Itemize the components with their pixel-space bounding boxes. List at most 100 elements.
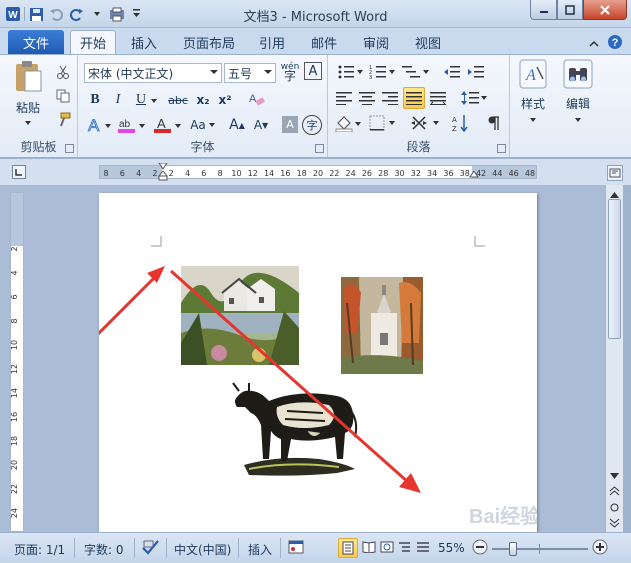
church-clipart[interactable]: [341, 277, 423, 374]
numbering-button[interactable]: 123: [368, 63, 396, 81]
scroll-thumb[interactable]: [608, 199, 621, 339]
line-spacing-button[interactable]: [460, 88, 488, 108]
decrease-indent-button[interactable]: [442, 63, 462, 81]
chevron-down-icon: [25, 121, 31, 125]
clipboard-launcher[interactable]: [65, 144, 74, 153]
show-marks-button[interactable]: [484, 113, 504, 133]
font-size-select[interactable]: 五号: [224, 63, 276, 83]
align-center-button[interactable]: [357, 88, 377, 108]
enclose-characters-button[interactable]: 字: [302, 115, 322, 135]
sort-icon: AZ: [452, 115, 468, 132]
previous-page-button[interactable]: [609, 485, 620, 499]
align-left-button[interactable]: [334, 88, 354, 108]
vertical-scrollbar[interactable]: [605, 185, 623, 532]
svg-text:3: 3: [369, 75, 372, 79]
tab-page-layout[interactable]: 页面布局: [176, 30, 242, 54]
distributed-button[interactable]: [428, 88, 448, 108]
font-launcher[interactable]: [315, 144, 324, 153]
minimize-ribbon-icon[interactable]: [589, 37, 599, 51]
phonetic-guide-button[interactable]: wén 字: [280, 61, 300, 83]
line-spacing-icon: [461, 91, 487, 105]
maximize-button[interactable]: [557, 0, 583, 20]
font-group-label: 字体: [190, 140, 215, 154]
font-group: 宋体 (中文正文) 五号 wén 字 A B I U abc x₂ x² A A …: [78, 55, 328, 157]
underline-dropdown[interactable]: [150, 97, 158, 105]
print-layout-view-button[interactable]: [338, 538, 358, 558]
tab-review[interactable]: 审阅: [356, 30, 396, 54]
borders-button[interactable]: [368, 113, 396, 133]
tab-view[interactable]: 视图: [408, 30, 448, 54]
paste-button[interactable]: 粘贴: [8, 59, 48, 129]
scroll-down-button[interactable]: [609, 469, 620, 483]
clear-formatting-button[interactable]: A: [246, 89, 266, 109]
ruler-tick-label: 24: [346, 169, 356, 178]
proofing-icon[interactable]: [142, 539, 160, 558]
tab-file[interactable]: 文件: [8, 30, 64, 54]
highlight-color-button[interactable]: ab: [116, 115, 146, 135]
vertical-ruler[interactable]: 4224681012141618202224: [10, 192, 24, 532]
increase-indent-button[interactable]: [466, 63, 486, 81]
font-name-select[interactable]: 宋体 (中文正文): [84, 63, 222, 83]
underline-button[interactable]: U: [132, 91, 150, 109]
superscript-button[interactable]: x²: [216, 91, 234, 109]
styles-button[interactable]: A 样式: [516, 59, 550, 135]
web-layout-view-button[interactable]: [380, 541, 394, 556]
macro-record-icon[interactable]: [288, 539, 304, 558]
tab-home[interactable]: 开始: [70, 30, 116, 54]
italic-button[interactable]: I: [109, 91, 127, 109]
zoom-slider-thumb[interactable]: [509, 542, 517, 556]
help-icon[interactable]: ?: [607, 34, 623, 53]
document-page[interactable]: Bai经验: [77, 193, 540, 538]
text-effects-button[interactable]: A: [84, 115, 112, 135]
grow-font-button[interactable]: A ▲: [226, 115, 248, 135]
paste-icon: [16, 61, 42, 92]
strikethrough-button[interactable]: abc: [166, 91, 190, 109]
next-page-button[interactable]: [609, 517, 620, 531]
change-case-button[interactable]: Aa: [186, 115, 220, 135]
tab-references[interactable]: 引用: [252, 30, 292, 54]
format-painter-button[interactable]: [54, 111, 72, 129]
ruler-tick-label: 2: [169, 169, 174, 178]
insert-mode-indicator[interactable]: 插入: [248, 541, 272, 558]
zoom-in-button[interactable]: [592, 539, 608, 558]
character-shading-button[interactable]: A: [282, 116, 298, 133]
bullets-button[interactable]: [336, 63, 364, 81]
zoom-slider-track[interactable]: [492, 548, 588, 550]
word-count[interactable]: 字数: 0: [84, 541, 124, 558]
page-count[interactable]: 页面: 1/1: [14, 541, 65, 558]
minimize-button[interactable]: [530, 0, 557, 20]
copy-button[interactable]: [54, 87, 72, 105]
text-effects-icon: A: [88, 116, 111, 134]
multilevel-list-button[interactable]: [400, 63, 430, 81]
horizontal-ruler[interactable]: 8 6 4 2 2 4 6 8 10 12 14 16 18 20 22 24 26 28 30 32 34 36 38 42…: [99, 163, 537, 181]
close-button[interactable]: [583, 0, 627, 20]
subscript-button[interactable]: x₂: [194, 91, 212, 109]
select-browse-object-button[interactable]: [610, 501, 619, 515]
status-divider: [238, 538, 239, 558]
align-right-button[interactable]: [380, 88, 400, 108]
outline-view-button[interactable]: [398, 541, 412, 556]
shrink-font-button[interactable]: A ▼: [250, 115, 272, 135]
cow-clipart[interactable]: [232, 382, 358, 476]
draft-view-button[interactable]: [416, 541, 430, 556]
tab-mailings[interactable]: 邮件: [304, 30, 344, 54]
tab-selector-button[interactable]: [12, 165, 26, 179]
house-lake-clipart[interactable]: [181, 266, 299, 365]
sort-button[interactable]: AZ: [450, 113, 472, 133]
font-color-button[interactable]: A: [152, 115, 182, 135]
tab-insert[interactable]: 插入: [124, 30, 164, 54]
chinese-layout-button[interactable]: [410, 113, 440, 133]
zoom-out-button[interactable]: [472, 539, 488, 558]
bold-button[interactable]: B: [86, 91, 104, 109]
view-ruler-button[interactable]: [607, 165, 623, 181]
zoom-level[interactable]: 55%: [438, 541, 465, 555]
language-indicator[interactable]: 中文(中国): [174, 541, 231, 558]
shading-button[interactable]: [334, 113, 362, 133]
editing-button[interactable]: 编辑: [560, 59, 596, 135]
ruler-tick-label: 10: [231, 169, 241, 178]
full-screen-reading-view-button[interactable]: [362, 541, 376, 556]
paragraph-launcher[interactable]: [497, 144, 506, 153]
cut-button[interactable]: [54, 63, 72, 81]
character-border-button[interactable]: A: [304, 62, 322, 80]
justify-button[interactable]: [403, 87, 425, 109]
